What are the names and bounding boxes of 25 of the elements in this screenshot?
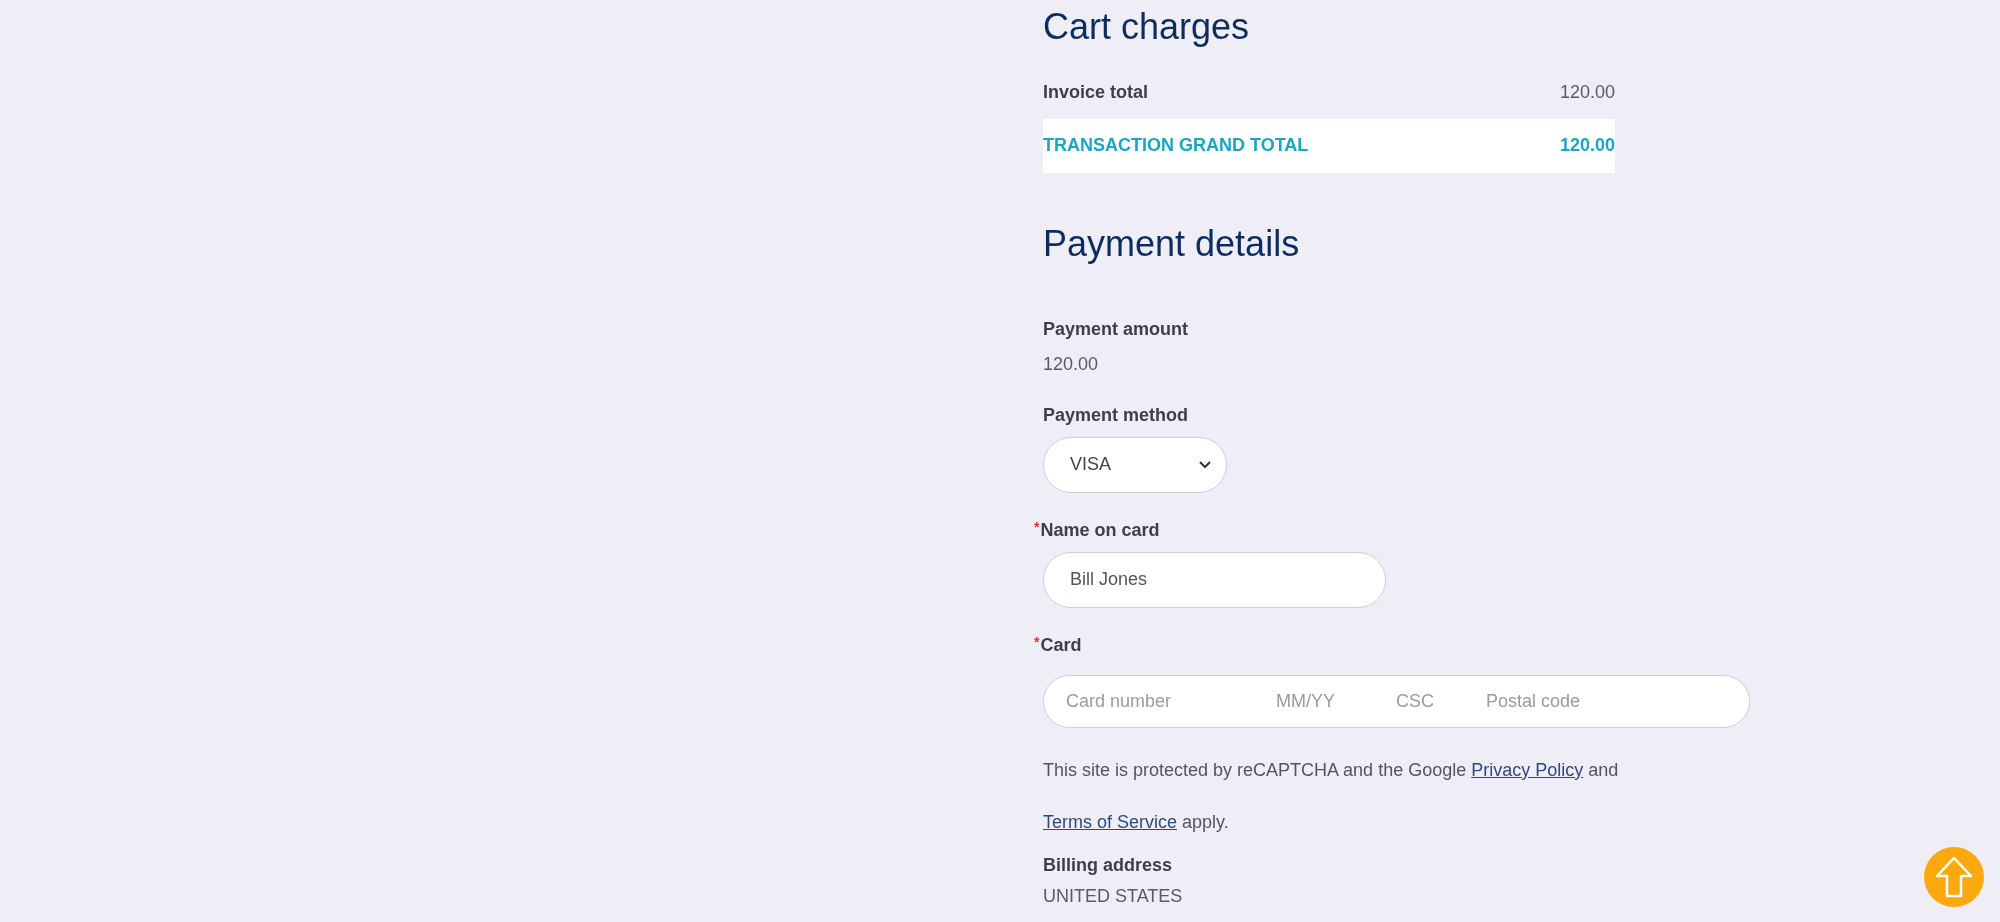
notice-link[interactable]: Privacy Policy — [1471, 759, 1584, 780]
security-code-field[interactable]: CSC — [1394, 686, 1484, 716]
payment-amount-value: 120.00 — [1043, 352, 1100, 376]
recaptcha-notice: This site is protected by reCAPTCHA and the Google Privacy Policy and Terms of Service apply. — [1043, 758, 1620, 834]
chevron-down-icon — [1198, 459, 1212, 470]
required-asterisk: * — [1034, 518, 1040, 535]
charge-label: TRANSACTION GRAND TOTAL — [1043, 134, 1309, 158]
expiry-field[interactable]: MM/YY — [1274, 686, 1394, 716]
payment-method-select[interactable]: VISA — [1043, 436, 1227, 493]
charge-amount: 120.00 — [1559, 134, 1615, 158]
postal-code-field[interactable]: Postal code — [1484, 686, 1654, 716]
field-label: Payment method — [1043, 403, 1189, 427]
name-on-card-field[interactable]: Bill Jones — [1043, 551, 1386, 608]
section-heading: Cart charges — [1043, 5, 1251, 49]
section-heading: Payment details — [1043, 221, 1301, 266]
scroll-to-top-button[interactable] — [1924, 847, 1984, 907]
notice-link[interactable]: Terms of Service — [1043, 811, 1178, 832]
up-arrow-icon — [1934, 855, 1974, 899]
charge-label: Invoice total — [1043, 81, 1149, 105]
field-label: Billing address — [1043, 853, 1173, 877]
field-label: Payment amount — [1043, 317, 1189, 341]
charge-amount: 120.00 — [1559, 81, 1615, 105]
required-asterisk: * — [1034, 633, 1040, 650]
card-number-field[interactable]: Card number — [1064, 686, 1274, 716]
billing-country: UNITED STATES — [1043, 884, 1184, 908]
